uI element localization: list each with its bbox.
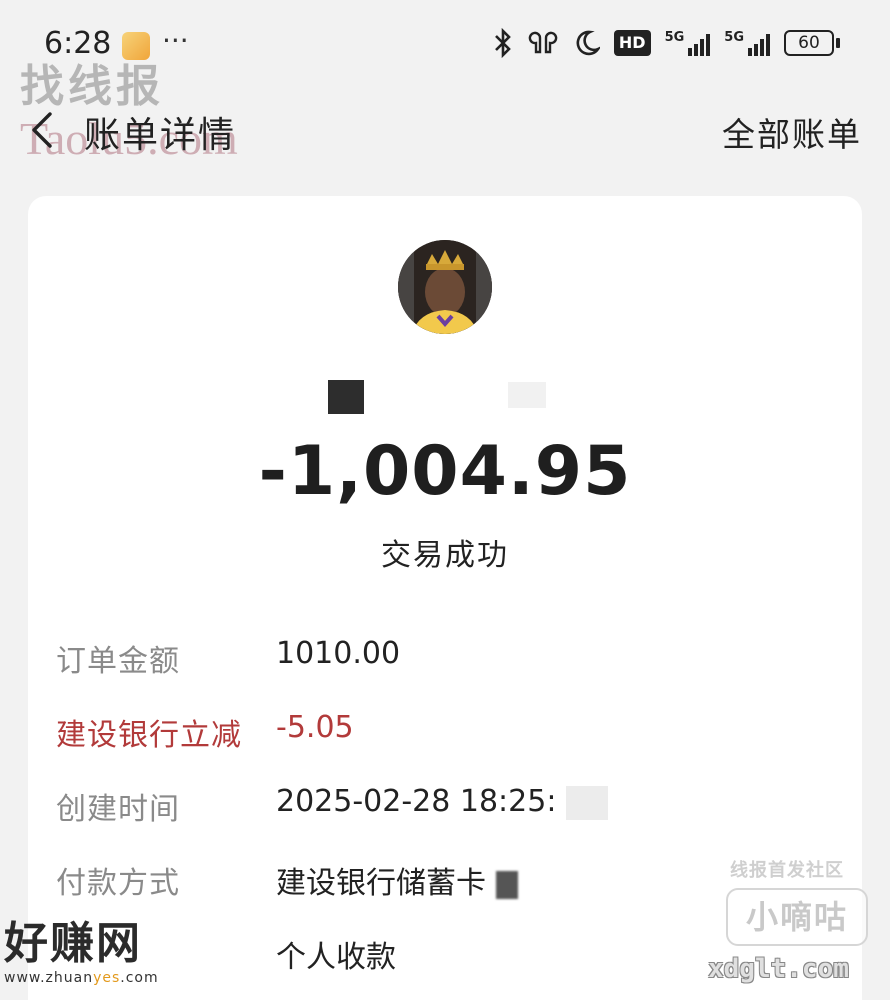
detail-row-bank-discount: 建设银行立减 -5.05	[56, 710, 856, 760]
detail-label: 订单金额	[56, 644, 180, 679]
watermark-zhuanyes: 好赚网 www.zhuanyes.com	[4, 918, 200, 986]
watermark-xdg-url: xdglt.com	[708, 954, 849, 984]
watermark-zhuanyes-brand: 好赚网	[4, 918, 142, 969]
battery-level: 60	[784, 30, 834, 56]
bluetooth-icon	[494, 28, 511, 58]
redacted-card-number	[495, 870, 518, 899]
page-title: 账单详情	[84, 115, 237, 156]
hd-voice-badge: HD	[613, 30, 651, 56]
battery-icon: 60	[784, 30, 840, 56]
chevron-left-icon	[32, 112, 52, 148]
detail-label: 建设银行立减	[56, 718, 242, 753]
detail-value-wrap: 建设银行储蓄卡	[276, 858, 518, 902]
redacted-payee-name	[328, 380, 364, 414]
status-icons: HD 5G 5G 60	[492, 28, 840, 58]
watermark-community: 线报首发社区	[730, 860, 844, 881]
more-notifications-icon: ···	[162, 24, 189, 57]
payee-avatar	[398, 240, 492, 334]
transaction-status: 交易成功	[381, 538, 509, 573]
back-button[interactable]	[24, 108, 64, 152]
detail-row-order-amount: 订单金额 1010.00	[56, 636, 856, 686]
signal-5g-icon-2: 5G	[724, 30, 770, 56]
detail-label: 付款方式	[56, 866, 180, 901]
watermark-brand: 找线报	[20, 61, 164, 112]
redacted-payee-name-2	[508, 382, 546, 408]
signal-5g-icon: 5G	[665, 30, 711, 56]
detail-value: -5.05	[276, 710, 354, 745]
detail-value: 1010.00	[276, 636, 401, 671]
detail-label: 创建时间	[56, 792, 180, 827]
transaction-amount: -1,004.95	[258, 432, 632, 511]
detail-value: 2025-02-28 18:25:	[276, 784, 557, 819]
all-bills-link[interactable]: 全部账单	[722, 108, 862, 156]
redacted-seconds	[566, 785, 608, 820]
detail-value: 个人收款	[276, 940, 396, 975]
do-not-disturb-moon-icon	[576, 30, 600, 56]
earbuds-icon	[528, 31, 558, 54]
detail-value: 建设银行储蓄卡	[276, 866, 486, 901]
detail-value-wrap: 2025-02-28 18:25:	[276, 784, 608, 820]
detail-row-created-time: 创建时间 2025-02-28 18:25:	[56, 784, 856, 834]
watermark-xdg-logo: 小嘀咕	[726, 888, 868, 946]
watermark-zhuanyes-url: www.zhuanyes.com	[4, 970, 159, 986]
